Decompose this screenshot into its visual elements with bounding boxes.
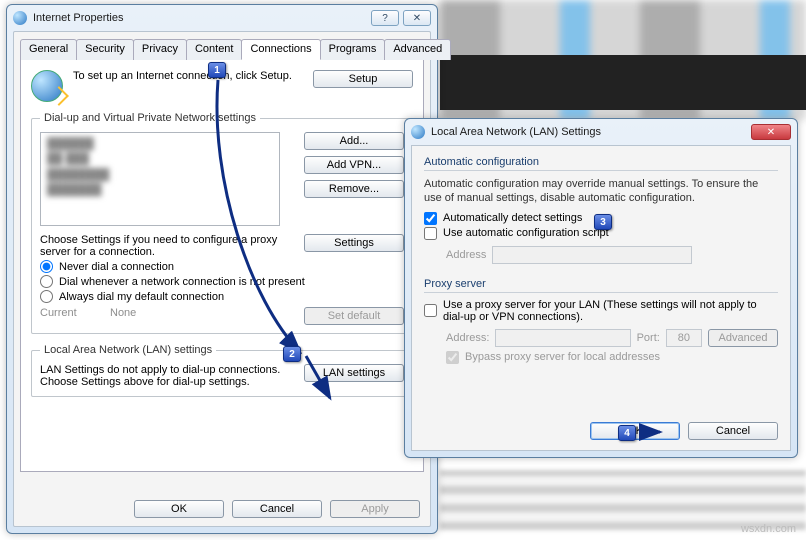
- tab-privacy[interactable]: Privacy: [133, 39, 187, 60]
- radio-dial-when-not-present[interactable]: Dial whenever a network connection is no…: [40, 275, 404, 288]
- connections-listbox[interactable]: ████████ ██████████████████: [40, 132, 280, 226]
- callout-3: 3: [594, 214, 612, 230]
- auto-config-title: Automatic configuration: [424, 156, 778, 168]
- lan-cancel-button[interactable]: Cancel: [688, 422, 778, 440]
- proxy-port-input: 80: [666, 329, 702, 347]
- proxy-port-label: Port:: [637, 332, 660, 344]
- proxy-title: Proxy server: [424, 278, 778, 290]
- lan-desc: LAN Settings do not apply to dial-up con…: [40, 364, 294, 388]
- script-address-label: Address: [446, 249, 486, 261]
- tab-content[interactable]: Content: [186, 39, 243, 60]
- internet-properties-dialog: Internet Properties ? ✕ General Security…: [6, 4, 438, 534]
- radio-never-dial[interactable]: Never dial a connection: [40, 260, 404, 273]
- lan-close-button[interactable]: ✕: [751, 124, 791, 140]
- callout-2: 2: [283, 346, 301, 362]
- setup-button[interactable]: Setup: [313, 70, 413, 88]
- tab-advanced[interactable]: Advanced: [384, 39, 451, 60]
- add-button[interactable]: Add...: [304, 132, 404, 150]
- tab-programs[interactable]: Programs: [320, 39, 386, 60]
- choose-settings-text: Choose Settings if you need to configure…: [40, 234, 294, 258]
- connections-pane: To set up an Internet connection, click …: [20, 60, 424, 472]
- lan-window-title: Local Area Network (LAN) Settings: [431, 126, 601, 138]
- cancel-button[interactable]: Cancel: [232, 500, 322, 518]
- lan-settings-button[interactable]: LAN settings: [304, 364, 404, 382]
- dialup-legend: Dial-up and Virtual Private Network sett…: [40, 112, 260, 124]
- tabstrip: General Security Privacy Content Connect…: [20, 38, 424, 60]
- add-vpn-button[interactable]: Add VPN...: [304, 156, 404, 174]
- lan-settings-dialog: Local Area Network (LAN) Settings ✕ Auto…: [404, 118, 798, 458]
- lan-dialog-icon: [411, 125, 425, 139]
- radio-always-dial[interactable]: Always dial my default connection: [40, 290, 404, 303]
- watermark-site: wsxdn.com: [741, 523, 796, 535]
- lan-legend: Local Area Network (LAN) settings: [40, 344, 216, 356]
- tab-security[interactable]: Security: [76, 39, 134, 60]
- current-value: None: [110, 307, 294, 319]
- bypass-checkbox: Bypass proxy server for local addresses: [446, 351, 778, 364]
- hero-text: To set up an Internet connection, click …: [73, 70, 303, 82]
- lan-titlebar[interactable]: Local Area Network (LAN) Settings ✕: [405, 119, 797, 145]
- settings-button[interactable]: Settings: [304, 234, 404, 252]
- proxy-address-input: [495, 329, 630, 347]
- tab-general[interactable]: General: [20, 39, 77, 60]
- help-button[interactable]: ?: [371, 10, 399, 26]
- titlebar[interactable]: Internet Properties ? ✕: [7, 5, 437, 31]
- remove-button[interactable]: Remove...: [304, 180, 404, 198]
- dialup-group: Dial-up and Virtual Private Network sett…: [31, 112, 413, 334]
- globe-mini-icon: [13, 11, 27, 25]
- advanced-button: Advanced: [708, 329, 778, 347]
- use-proxy-checkbox[interactable]: Use a proxy server for your LAN (These s…: [424, 299, 778, 323]
- callout-1: 1: [208, 62, 226, 78]
- window-title: Internet Properties: [33, 12, 124, 24]
- apply-button: Apply: [330, 500, 420, 518]
- close-button[interactable]: ✕: [403, 10, 431, 26]
- auto-config-desc: Automatic configuration may override man…: [424, 177, 778, 206]
- set-default-button: Set default: [304, 307, 404, 325]
- lan-group: Local Area Network (LAN) settings LAN Se…: [31, 344, 413, 397]
- ok-button[interactable]: OK: [134, 500, 224, 518]
- script-address-input: [492, 246, 692, 264]
- tab-connections[interactable]: Connections: [241, 39, 320, 60]
- current-label: Current: [40, 307, 100, 319]
- globe-icon: [31, 70, 63, 102]
- proxy-address-label: Address:: [446, 332, 489, 344]
- callout-4: 4: [618, 425, 636, 441]
